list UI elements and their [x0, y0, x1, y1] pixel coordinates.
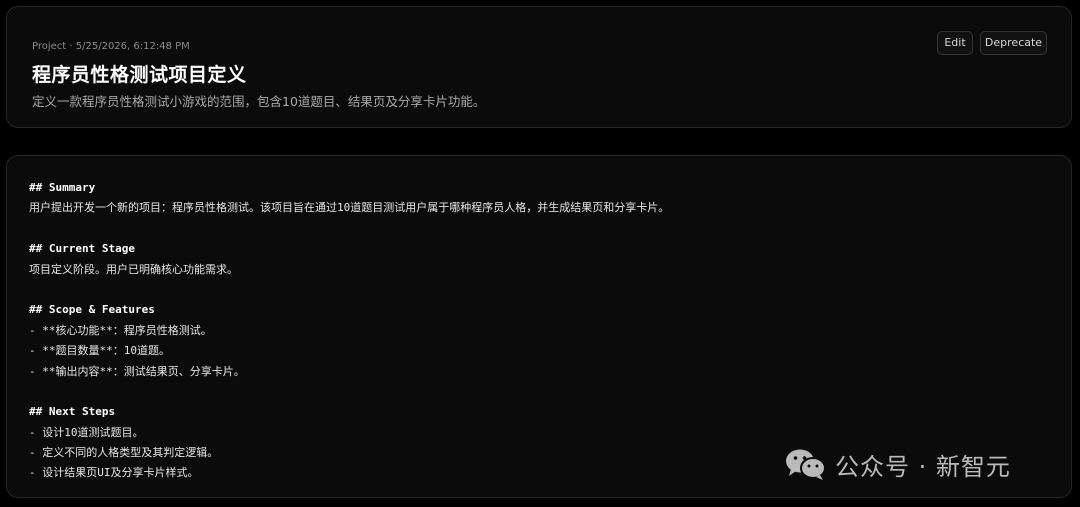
next-step-item: - 设计10道测试题目。: [29, 425, 144, 439]
scope-item: - **输出内容**：测试结果页、分享卡片。: [29, 364, 245, 378]
scope-item: - **核心功能**：程序员性格测试。: [29, 323, 212, 337]
summary-heading: ## Summary: [29, 181, 96, 194]
project-description: 定义一款程序员性格测试小游戏的范围，包含10道题目、结果页及分享卡片功能。: [32, 94, 486, 109]
wechat-icon: [786, 449, 826, 480]
next-steps-heading: ## Next Steps: [29, 405, 116, 419]
stage-text: 项目定义阶段。用户已明确核心功能需求。: [29, 262, 238, 276]
deprecate-button[interactable]: Deprecate: [980, 31, 1047, 55]
scope-item: - **题目数量**：10道题。: [29, 344, 170, 358]
project-meta: Project · 5/25/2026, 6:12:48 PM: [32, 41, 190, 52]
stage-heading: ## Current Stage: [29, 242, 135, 256]
markdown-content: ## Summary 用户提出开发一个新的项目：程序员性格测试。该项目旨在通过1…: [29, 178, 669, 484]
next-step-item: - 设计结果页UI及分享卡片样式。: [29, 466, 199, 480]
project-header-card: Project · 5/25/2026, 6:12:48 PM 程序员性格测试项…: [6, 6, 1072, 128]
edit-button[interactable]: Edit: [937, 31, 973, 55]
watermark: 公众号 · 新智元: [785, 446, 1011, 482]
watermark-text: 公众号 · 新智元: [835, 452, 1011, 481]
summary-text: 用户提出开发一个新的项目：程序员性格测试。该项目旨在通过10道题目测试用户属于哪…: [29, 201, 670, 215]
scope-heading: ## Scope & Features: [29, 303, 155, 317]
page-title: 程序员性格测试项目定义: [32, 64, 247, 86]
next-step-item: - 定义不同的人格类型及其判定逻辑。: [29, 446, 219, 460]
